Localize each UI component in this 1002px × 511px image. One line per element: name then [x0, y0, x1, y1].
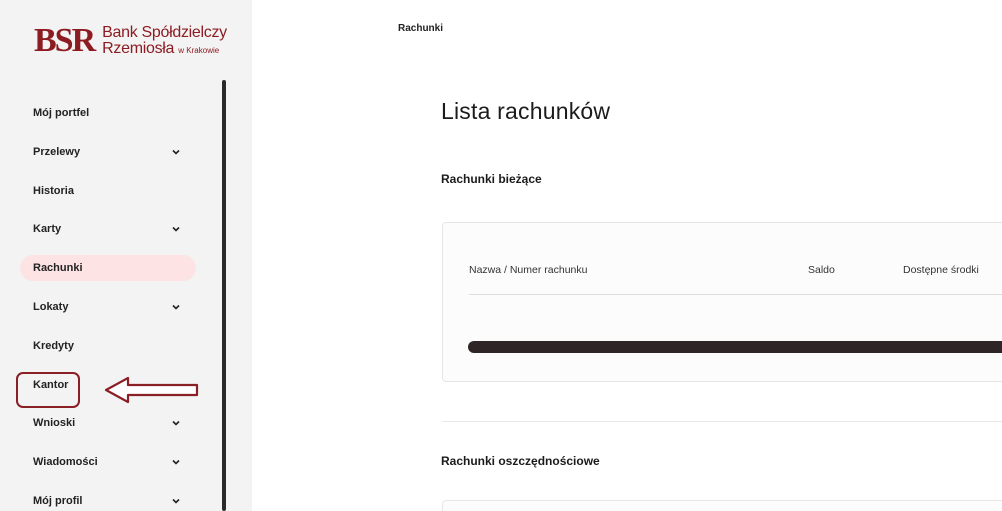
- sidebar-item-label: Lokaty: [33, 300, 69, 313]
- sidebar-item-label: Kredyty: [33, 339, 74, 352]
- sidebar-item-lokaty[interactable]: Lokaty: [20, 294, 196, 320]
- column-header-account-name: Nazwa / Numer rachunku: [469, 264, 588, 276]
- logo-line-2-small: w Krakowie: [178, 46, 220, 55]
- chevron-down-icon[interactable]: [170, 146, 182, 158]
- section-title-savings-accounts: Rachunki oszczędnościowe: [441, 454, 600, 468]
- sidebar-item-label: Karty: [33, 223, 62, 236]
- sidebar-item-rachunki[interactable]: Rachunki: [20, 255, 196, 282]
- sidebar-item-historia[interactable]: Historia: [20, 178, 196, 204]
- page-title: Lista rachunków: [441, 98, 611, 124]
- sidebar: BSR Bank Spółdzielczy Rzemiosła w Krakow…: [0, 0, 252, 511]
- sidebar-item-label: Wiadomości: [33, 456, 98, 469]
- logo-line-1: Bank Spółdzielczy: [102, 24, 227, 41]
- column-header-available-funds: Dostępne środki: [903, 264, 979, 276]
- chevron-down-icon[interactable]: [170, 417, 182, 429]
- sidebar-item-wnioski[interactable]: Wnioski: [20, 410, 196, 436]
- table-header-divider: [469, 294, 1002, 295]
- chevron-down-icon[interactable]: [170, 223, 182, 235]
- current-accounts-card: [442, 222, 1002, 382]
- sidebar-nav: Mój portfel Przelewy Historia Karty Rach…: [20, 100, 196, 511]
- sidebar-item-wiadomosci[interactable]: Wiadomości: [20, 449, 196, 475]
- sidebar-item-label: Historia: [33, 184, 74, 197]
- column-header-saldo: Saldo: [808, 264, 835, 276]
- logo-line-2-main: Rzemiosła: [102, 40, 175, 57]
- sidebar-item-moj-profil[interactable]: Mój profil: [20, 488, 196, 511]
- annotation-arrow-icon: [104, 376, 200, 409]
- annotation-highlight-box: [16, 372, 80, 408]
- sidebar-item-karty[interactable]: Karty: [20, 216, 196, 242]
- logo-text: Bank Spółdzielczy Rzemiosła w Krakowie: [102, 25, 227, 57]
- chevron-down-icon[interactable]: [170, 301, 182, 313]
- logo-line-2: Rzemiosła w Krakowie: [102, 41, 227, 57]
- chevron-down-icon[interactable]: [170, 495, 182, 507]
- savings-accounts-card: [442, 500, 1002, 511]
- logo-mark: BSR: [34, 22, 96, 59]
- sidebar-item-przelewy[interactable]: Przelewy: [20, 139, 196, 165]
- sidebar-item-kredyty[interactable]: Kredyty: [20, 333, 196, 359]
- bank-logo[interactable]: BSR Bank Spółdzielczy Rzemiosła w Krakow…: [34, 24, 227, 58]
- sidebar-item-label: Mój profil: [33, 494, 83, 507]
- section-title-current-accounts: Rachunki bieżące: [441, 172, 542, 186]
- sidebar-scrollbar[interactable]: [222, 80, 226, 511]
- sidebar-item-label: Wnioski: [33, 417, 76, 430]
- chevron-down-icon[interactable]: [170, 456, 182, 468]
- breadcrumb[interactable]: Rachunki: [398, 23, 443, 34]
- sidebar-item-label: Rachunki: [33, 262, 83, 275]
- sidebar-item-label: Mój portfel: [33, 107, 90, 119]
- sidebar-item-label: Przelewy: [33, 145, 81, 158]
- loading-bar: [468, 341, 1002, 353]
- section-divider: [442, 421, 1002, 422]
- sidebar-item-moj-portfel[interactable]: Mój portfel: [20, 100, 196, 126]
